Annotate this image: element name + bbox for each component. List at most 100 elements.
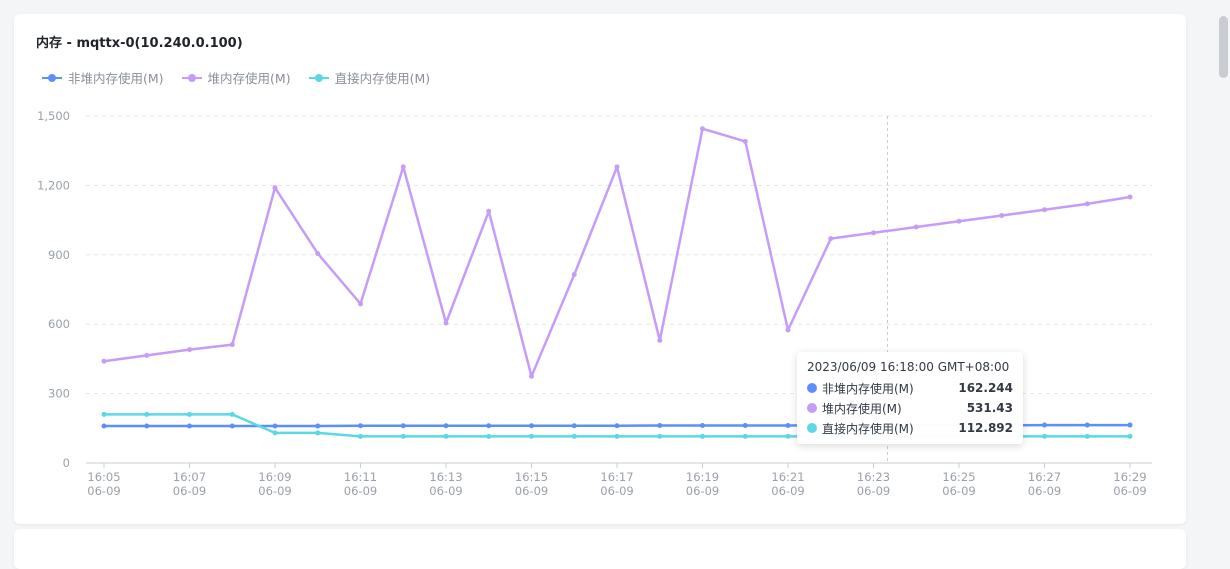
data-point <box>144 411 150 417</box>
data-point <box>272 423 278 429</box>
data-point <box>443 320 449 326</box>
data-point <box>571 423 577 429</box>
x-tick-date-label: 06-09 <box>942 484 975 498</box>
data-point <box>315 430 321 436</box>
x-tick-label: 16:09 <box>258 470 291 484</box>
data-point <box>529 423 534 429</box>
x-tick-date-label: 06-09 <box>173 484 206 498</box>
data-point <box>614 433 620 439</box>
x-tick-label: 16:23 <box>857 470 890 484</box>
data-point <box>700 126 705 132</box>
data-point <box>400 433 406 439</box>
y-tick-label: 0 <box>63 456 70 470</box>
data-point <box>101 358 107 364</box>
x-tick-label: 16:07 <box>173 470 206 484</box>
data-point <box>486 423 492 429</box>
data-point <box>657 423 663 429</box>
y-tick-label: 900 <box>48 248 70 262</box>
x-tick-label: 16:27 <box>1028 470 1061 484</box>
data-point <box>1127 433 1133 439</box>
data-point <box>785 433 791 439</box>
x-tick-label: 16:25 <box>942 470 975 484</box>
tooltip-row: 非堆内存使用(M) 162.244 <box>807 378 1013 398</box>
data-point <box>486 433 492 439</box>
data-point <box>486 208 492 214</box>
x-tick-date-label: 06-09 <box>515 484 548 498</box>
data-point <box>272 185 278 191</box>
tooltip-series-name: 非堆内存使用(M) <box>822 381 914 396</box>
data-point <box>1042 207 1047 213</box>
x-tick-label: 16:11 <box>344 470 377 484</box>
data-point <box>187 423 192 429</box>
series-dot-icon <box>807 383 817 393</box>
x-tick-date-label: 06-09 <box>857 484 890 498</box>
data-point <box>358 301 363 307</box>
data-point <box>400 423 406 429</box>
data-point <box>871 230 876 236</box>
tooltip-series-value: 531.43 <box>966 401 1013 415</box>
data-point <box>1084 433 1090 439</box>
x-tick-label: 16:15 <box>515 470 548 484</box>
tooltip-row: 直接内存使用(M) 112.892 <box>807 418 1013 438</box>
data-point <box>657 433 663 439</box>
data-point <box>144 352 150 358</box>
data-point <box>1127 194 1133 200</box>
x-tick-label: 16:05 <box>87 470 120 484</box>
y-tick-label: 1,500 <box>37 109 70 123</box>
data-point <box>657 337 663 343</box>
data-point <box>742 138 748 144</box>
data-point <box>1127 422 1133 428</box>
page-scrollbar[interactable] <box>1216 0 1230 544</box>
data-point <box>229 342 235 348</box>
data-point <box>1084 201 1090 207</box>
chart-tooltip: 2023/06/09 16:18:00 GMT+08:00 非堆内存使用(M) … <box>797 352 1023 444</box>
x-tick-label: 16:17 <box>600 470 633 484</box>
data-point <box>229 411 235 417</box>
data-point <box>571 271 577 277</box>
x-tick-date-label: 06-09 <box>1028 484 1061 498</box>
data-point <box>956 218 962 224</box>
data-point <box>828 236 834 242</box>
y-tick-label: 600 <box>48 317 70 331</box>
data-point <box>187 411 192 417</box>
x-tick-date-label: 06-09 <box>600 484 633 498</box>
data-point <box>700 433 705 439</box>
x-tick-date-label: 06-09 <box>87 484 120 498</box>
tooltip-series-name: 直接内存使用(M) <box>822 421 914 436</box>
tooltip-row: 堆内存使用(M) 531.43 <box>807 398 1013 418</box>
data-point <box>999 212 1005 218</box>
scrollbar-thumb[interactable] <box>1219 16 1228 78</box>
tooltip-series-value: 162.244 <box>958 381 1013 395</box>
data-point <box>529 373 534 379</box>
data-point <box>742 423 748 429</box>
x-tick-date-label: 06-09 <box>344 484 377 498</box>
x-tick-date-label: 06-09 <box>771 484 804 498</box>
data-point <box>1042 422 1047 428</box>
data-point <box>1042 433 1047 439</box>
data-point <box>614 164 620 170</box>
data-point <box>529 433 534 439</box>
tooltip-series-value: 112.892 <box>958 421 1013 435</box>
data-point <box>315 251 321 257</box>
x-tick-label: 16:13 <box>429 470 462 484</box>
x-tick-label: 16:21 <box>771 470 804 484</box>
x-tick-date-label: 06-09 <box>258 484 291 498</box>
y-tick-label: 300 <box>48 387 70 401</box>
data-point <box>785 423 791 429</box>
data-point <box>358 433 363 439</box>
data-point <box>700 423 705 429</box>
data-point <box>571 433 577 439</box>
data-point <box>785 327 791 333</box>
series-dot-icon <box>807 423 817 433</box>
data-point <box>614 423 620 429</box>
data-point <box>187 347 192 353</box>
data-point <box>101 423 107 429</box>
x-tick-label: 16:29 <box>1113 470 1146 484</box>
x-tick-date-label: 06-09 <box>429 484 462 498</box>
data-point <box>229 423 235 429</box>
line-chart[interactable]: 03006009001,2001,50016:0506-0916:0706-09… <box>0 0 1230 544</box>
data-point <box>1084 422 1090 428</box>
data-point <box>400 164 406 170</box>
series-dot-icon <box>807 403 817 413</box>
tooltip-title: 2023/06/09 16:18:00 GMT+08:00 <box>807 360 1010 374</box>
